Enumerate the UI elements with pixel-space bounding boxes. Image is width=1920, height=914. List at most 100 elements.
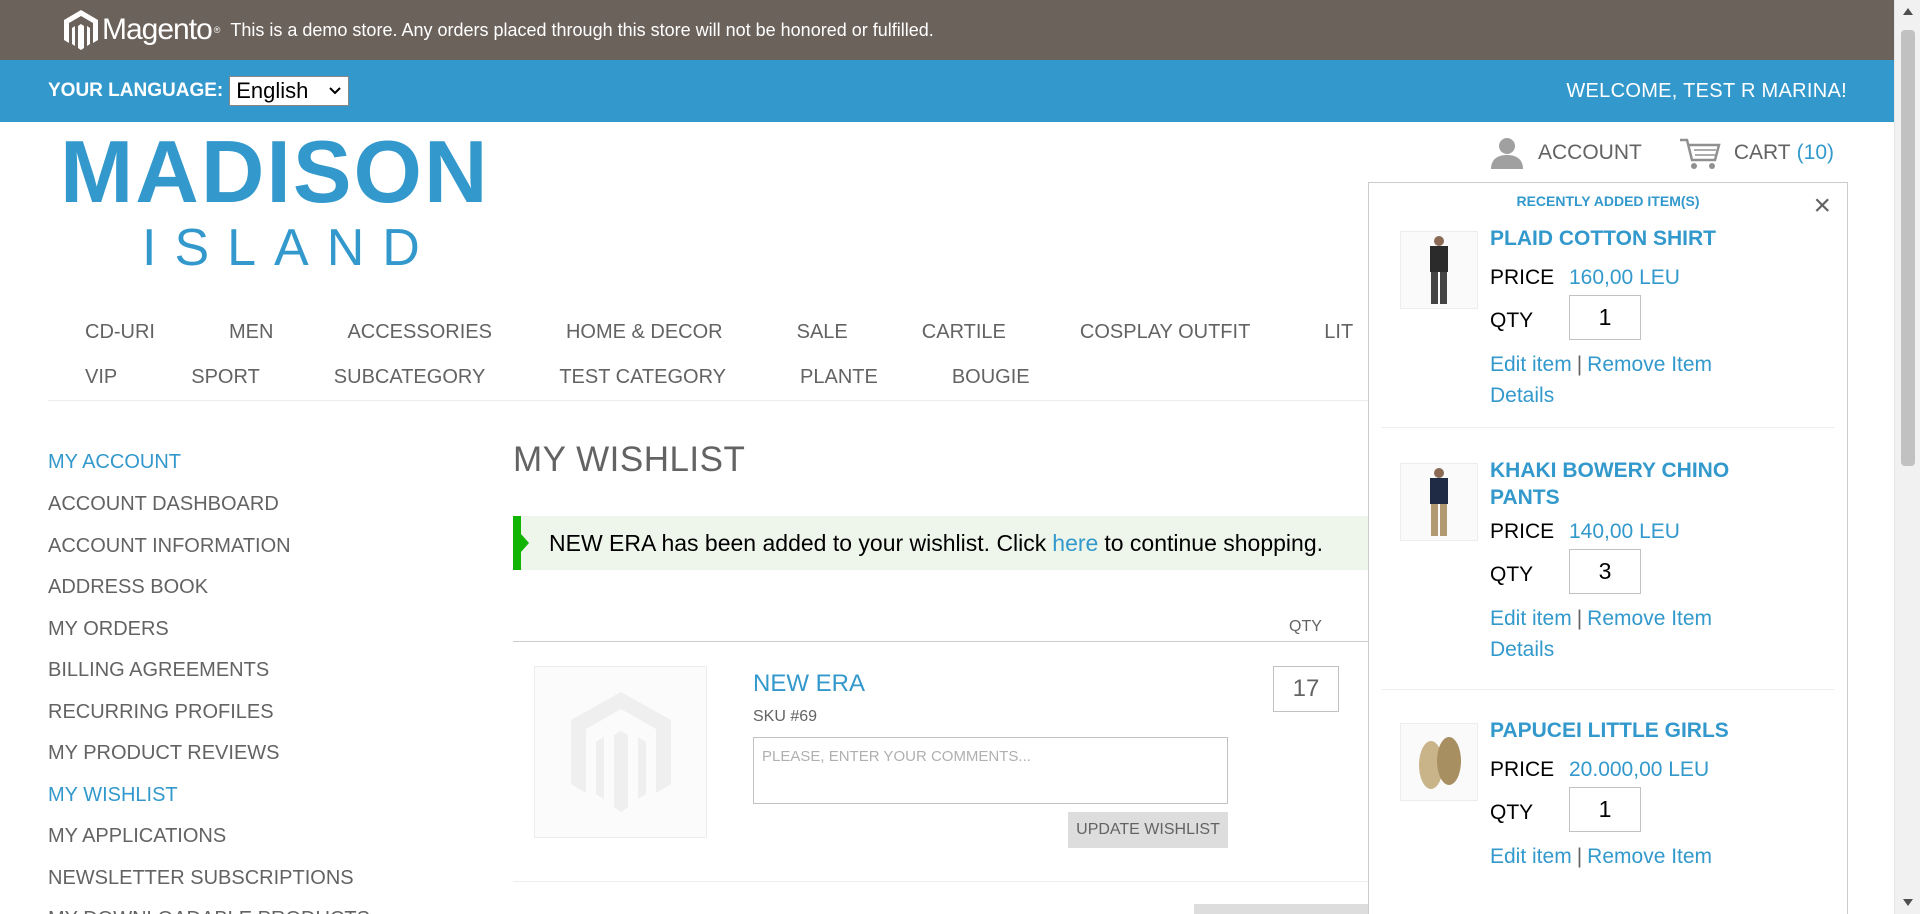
wishlist-table-header <box>513 610 1368 642</box>
update-wishlist-button[interactable]: UPDATE WISHLIST <box>1068 812 1228 848</box>
details-link[interactable]: Details <box>1490 638 1554 661</box>
minicart-item-actions: Edit item | Remove Item Details <box>1490 603 1712 665</box>
header-links: ACCOUNT CART (10) <box>1488 135 1834 171</box>
remove-item-link[interactable]: Remove Item <box>1587 607 1712 630</box>
magento-logo-icon <box>64 10 98 50</box>
sidebar-item[interactable]: MY ORDERS <box>48 615 428 657</box>
product-name-link[interactable]: NEW ERA <box>753 670 865 698</box>
logo-title: MADISON <box>60 122 490 221</box>
demo-notice-bar: Magento ® This is a demo store. Any orde… <box>0 0 1894 60</box>
product-thumbnail-icon <box>1419 737 1461 789</box>
success-text-end: to continue shopping. <box>1104 529 1323 556</box>
minicart-item-actions: Edit item | Remove Item Details <box>1490 349 1712 411</box>
nav-item[interactable]: ACCESSORIES <box>310 321 528 344</box>
minicart-price-value: 160,00 LEU <box>1569 266 1680 289</box>
qty-column-header: QTY <box>1289 618 1322 635</box>
account-icon <box>1491 138 1523 169</box>
nav-item[interactable]: SUBCATEGORY <box>297 366 523 389</box>
nav-item[interactable]: HOME & DECOR <box>529 321 760 344</box>
minicart-item-name-link[interactable]: KHAKI BOWERY CHINO PANTS <box>1490 457 1790 511</box>
nav-divider <box>48 400 1368 401</box>
nav-item[interactable]: SALE <box>760 321 885 344</box>
scroll-down-arrow-icon[interactable] <box>1903 899 1913 906</box>
account-sidebar: MY ACCOUNT ACCOUNT DASHBOARD ACCOUNT INFO… <box>48 448 428 914</box>
minicart-qty-label: QTY <box>1490 801 1534 824</box>
nav-item[interactable]: MEN <box>192 321 310 344</box>
sidebar-title: MY ACCOUNT <box>48 451 181 473</box>
cart-count: (10) <box>1796 141 1834 164</box>
sidebar-item[interactable]: MY DOWNLOADABLE PRODUCTS <box>48 905 428 914</box>
remove-item-link[interactable]: Remove Item <box>1587 845 1712 868</box>
sidebar-item[interactable]: ADDRESS BOOK <box>48 573 428 615</box>
minicart-price-label: PRICE <box>1490 266 1555 289</box>
minicart-item-name-link[interactable]: PAPUCEI LITTLE GIRLS <box>1490 717 1790 744</box>
close-icon[interactable]: × <box>1813 191 1831 221</box>
minicart-qty-input[interactable]: 1 <box>1569 787 1641 832</box>
minicart-item-image[interactable] <box>1400 723 1478 801</box>
main-navigation: CD-URI MEN ACCESSORIES HOME & DECOR SALE CART… <box>48 310 1408 400</box>
site-logo[interactable]: MADISON ISLAND <box>60 128 490 278</box>
success-arrow-icon <box>521 534 529 552</box>
nav-item[interactable]: CD-URI <box>48 321 192 344</box>
wishlist-main: MY WISHLIST NEW ERA has been added to yo… <box>513 440 1368 914</box>
welcome-message: WELCOME, TEST R MARINA! <box>1566 79 1847 102</box>
continue-shopping-link[interactable]: here <box>1052 530 1098 557</box>
cart-link[interactable]: CART (10) <box>1678 135 1834 171</box>
account-link[interactable]: ACCOUNT <box>1488 135 1642 171</box>
minicart-title: RECENTLY ADDED ITEM(S) <box>1516 193 1700 209</box>
edit-item-link[interactable]: Edit item <box>1490 845 1572 868</box>
product-sku: SKU #69 <box>753 708 818 725</box>
nav-item[interactable]: VIP <box>48 366 154 389</box>
language-select[interactable]: English <box>229 76 350 106</box>
link-separator: | <box>1576 607 1583 630</box>
link-separator: | <box>1576 353 1583 376</box>
page-title: MY WISHLIST <box>513 440 746 479</box>
comment-textarea[interactable]: PLEASE, ENTER YOUR COMMENTS... <box>753 737 1228 804</box>
nav-item[interactable]: SPORT <box>154 366 297 389</box>
sidebar-item[interactable]: NEWSLETTER SUBSCRIPTIONS <box>48 864 428 906</box>
language-switcher: YOUR LANGUAGE: English <box>48 76 350 106</box>
page-scrollbar[interactable] <box>1894 0 1920 914</box>
edit-item-link[interactable]: Edit item <box>1490 353 1572 376</box>
minicart-qty-input[interactable]: 1 <box>1569 295 1641 340</box>
sidebar-item[interactable]: ACCOUNT INFORMATION <box>48 532 428 574</box>
nav-row: CD-URI MEN ACCESSORIES HOME & DECOR SALE CART… <box>48 310 1408 355</box>
minicart-qty-input[interactable]: 3 <box>1569 549 1641 594</box>
nav-item[interactable]: CARTILE <box>885 321 1043 344</box>
minicart-item-image[interactable] <box>1400 463 1478 541</box>
qty-input[interactable]: 17 <box>1273 666 1339 712</box>
nav-item[interactable]: TEST CATEGORY <box>522 366 763 389</box>
minicart-item: PAPUCEI LITTLE GIRLS PRICE 20.000,00 LEU QT… <box>1382 715 1834 914</box>
sidebar-item[interactable]: MY WISHLIST <box>48 781 428 823</box>
minicart-item-image[interactable] <box>1400 231 1478 309</box>
minicart-price-value: 20.000,00 LEU <box>1569 758 1710 781</box>
success-message: NEW ERA has been added to your wishlist.… <box>513 516 1368 570</box>
product-image[interactable] <box>534 666 707 838</box>
action-button-partial[interactable] <box>1194 904 1368 914</box>
remove-item-link[interactable]: Remove Item <box>1587 353 1712 376</box>
sidebar-item[interactable]: BILLING AGREEMENTS <box>48 656 428 698</box>
sidebar-item[interactable]: RECURRING PROFILES <box>48 698 428 740</box>
language-label: YOUR LANGUAGE: <box>48 80 224 101</box>
account-label: ACCOUNT <box>1538 141 1642 164</box>
scroll-up-arrow-icon[interactable] <box>1903 8 1913 15</box>
edit-item-link[interactable]: Edit item <box>1490 607 1572 630</box>
minicart-item: PLAID COTTON SHIRT PRICE 160,00 LEU QTY 1 Edi… <box>1382 223 1834 428</box>
scrollbar-thumb[interactable] <box>1901 30 1915 466</box>
nav-item[interactable]: LIT <box>1287 321 1353 344</box>
sidebar-item[interactable]: MY PRODUCT REVIEWS <box>48 739 428 781</box>
details-link[interactable]: Details <box>1490 384 1554 407</box>
minicart-item: KHAKI BOWERY CHINO PANTS PRICE 140,00 LEU Q… <box>1382 455 1834 690</box>
demo-notice-text: This is a demo store. Any orders placed … <box>230 19 934 40</box>
logo-subtitle: ISLAND <box>142 219 438 277</box>
magento-wordmark: Magento <box>102 13 213 46</box>
cart-icon <box>1679 138 1721 169</box>
sidebar-item[interactable]: MY APPLICATIONS <box>48 822 428 864</box>
nav-item[interactable]: BOUGIE <box>915 366 1067 389</box>
magento-logo: Magento ® <box>62 8 220 52</box>
sidebar-item[interactable]: ACCOUNT DASHBOARD <box>48 490 428 532</box>
nav-item[interactable]: COSPLAY OUTFIT <box>1043 321 1287 344</box>
nav-item[interactable]: PLANTE <box>763 366 915 389</box>
minicart-item-name-link[interactable]: PLAID COTTON SHIRT <box>1490 225 1790 252</box>
minicart-qty-label: QTY <box>1490 309 1534 332</box>
